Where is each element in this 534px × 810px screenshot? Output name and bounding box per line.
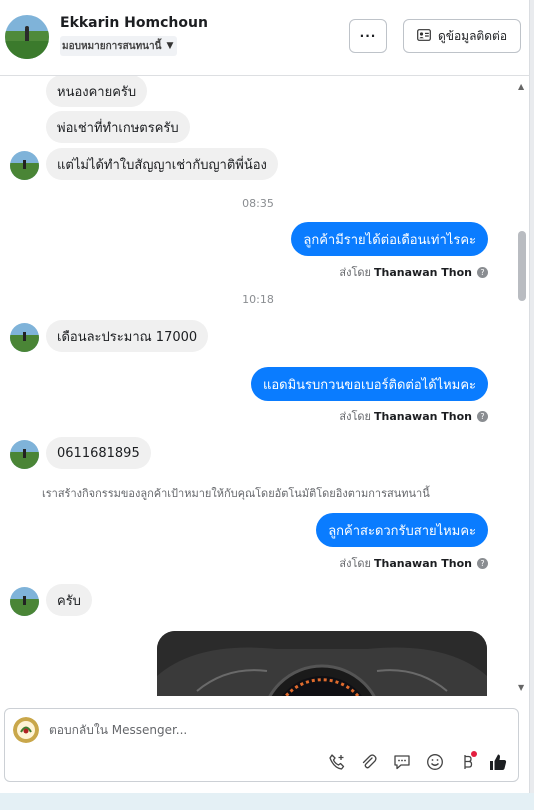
contact-avatar[interactable]: [5, 15, 49, 59]
payment-icon[interactable]: [456, 751, 478, 773]
message-list[interactable]: หนองคายครับ พ่อเช่าที่ทำเกษตรครับ แต่ไม่…: [0, 76, 530, 696]
emoji-icon[interactable]: [424, 751, 446, 773]
view-contact-button[interactable]: ดูข้อมูลติดต่อ: [403, 19, 521, 53]
help-icon[interactable]: ?: [477, 266, 488, 278]
notification-dot: [471, 751, 477, 757]
contact-avatar-small: [10, 587, 39, 616]
page-avatar: [13, 717, 39, 743]
chevron-down-icon: ▼: [166, 41, 174, 51]
outgoing-message: ลูกค้ามีรายได้ต่อเดือนเท่าไรคะ: [291, 222, 488, 256]
sent-by-label: ส่งโดย Thanawan Thon ?: [339, 407, 488, 425]
timestamp: 10:18: [242, 293, 274, 306]
more-button[interactable]: ···: [349, 19, 387, 53]
reply-input[interactable]: [49, 719, 489, 741]
scroll-up-icon[interactable]: ▲: [518, 82, 524, 91]
outgoing-message: ลูกค้าสะดวกรับสายไหมคะ: [316, 513, 488, 547]
sent-by-label: ส่งโดย Thanawan Thon ?: [339, 554, 488, 572]
incoming-message: 0611681895: [46, 437, 151, 469]
timestamp: 08:35: [242, 197, 274, 210]
saved-reply-icon[interactable]: [391, 751, 413, 773]
system-notice: เราสร้างกิจกรรมของลูกค้าเป้าหมายให้กับคุ…: [42, 487, 430, 500]
more-icon: ···: [359, 29, 377, 43]
help-icon[interactable]: ?: [477, 557, 488, 569]
incoming-message: เดือนละประมาณ 17000: [46, 320, 209, 352]
outgoing-message: แอดมินรบกวนขอเบอร์ติดต่อได้ไหมคะ: [250, 367, 488, 401]
sent-by-label: ส่งโดย Thanawan Thon ?: [339, 263, 488, 281]
reply-composer: [4, 708, 519, 782]
scroll-down-icon[interactable]: ▼: [518, 683, 524, 692]
assign-conversation-dropdown[interactable]: มอบหมายการสนทนานี้ ▼: [60, 36, 178, 56]
help-icon[interactable]: ?: [477, 410, 488, 422]
incoming-message: ครับ: [46, 584, 92, 616]
like-icon[interactable]: [487, 751, 509, 773]
incoming-message: พ่อเช่าที่ทำเกษตรครับ: [46, 111, 190, 143]
message-scrollbar[interactable]: ▲ ▼: [515, 76, 527, 696]
contact-card-icon: [417, 28, 431, 44]
contact-avatar-small: [10, 440, 39, 469]
call-add-icon[interactable]: [326, 751, 348, 773]
scroll-thumb[interactable]: [518, 231, 526, 301]
assign-label: มอบหมายการสนทนานี้: [62, 40, 162, 52]
conversation-panel: Ekkarin Homchoun มอบหมายการสนทนานี้ ▼ ··…: [0, 0, 530, 793]
page-background-strip: [0, 793, 534, 810]
contact-avatar-small: [10, 323, 39, 352]
incoming-message: หนองคายครับ: [46, 76, 148, 107]
contact-avatar-small: [10, 151, 39, 180]
conversation-header: Ekkarin Homchoun มอบหมายการสนทนานี้ ▼ ··…: [0, 0, 530, 76]
incoming-message: แต่ไม่ได้ทำใบสัญญาเช่ากับญาติพี่น้อง: [46, 148, 278, 180]
view-contact-label: ดูข้อมูลติดต่อ: [437, 28, 508, 43]
contact-name[interactable]: Ekkarin Homchoun: [60, 15, 208, 31]
attach-icon[interactable]: [358, 751, 380, 773]
photo-attachment[interactable]: [157, 631, 487, 696]
